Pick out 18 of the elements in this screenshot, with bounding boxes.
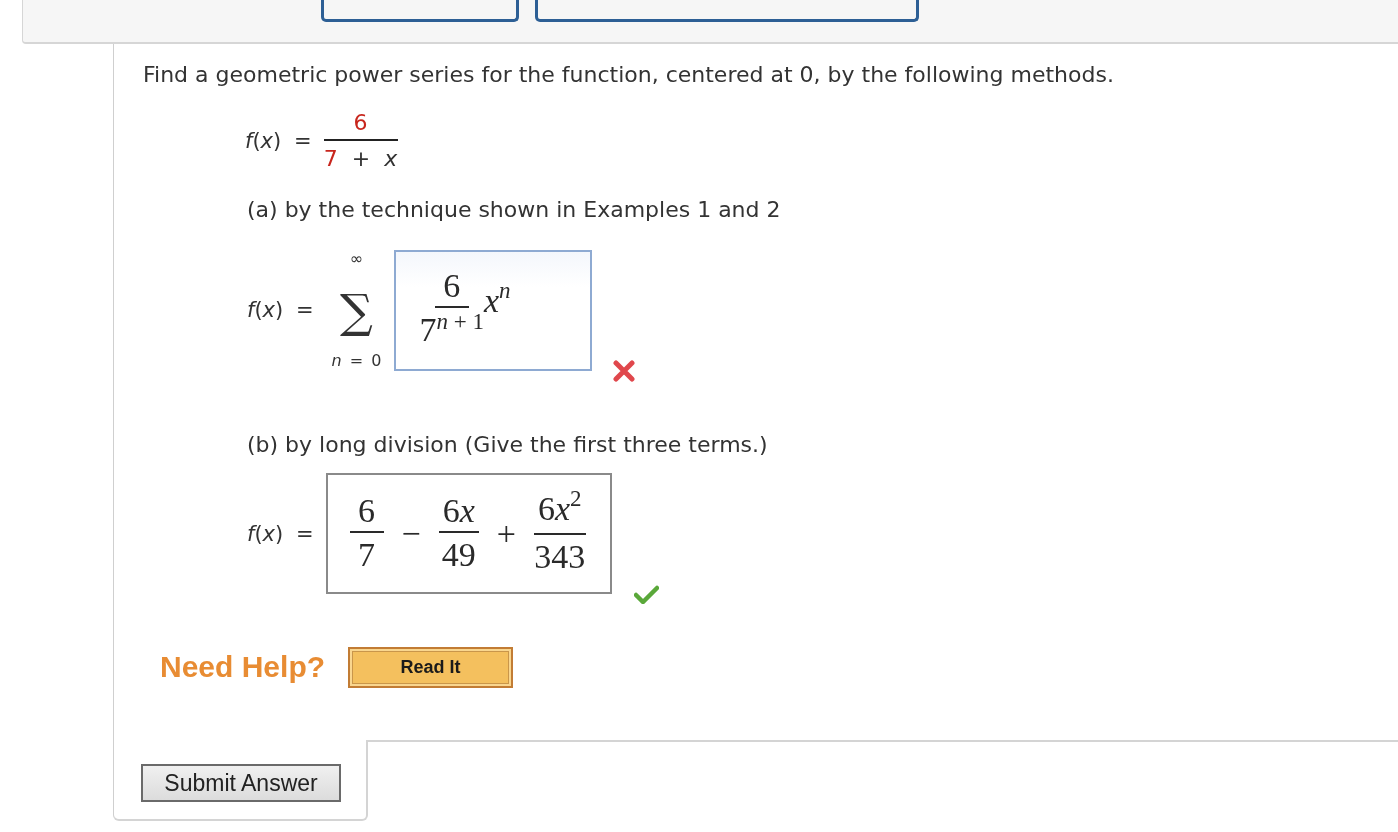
sum-lower-limit: n = 0: [331, 351, 382, 371]
function-label: f(x) =: [245, 129, 312, 153]
part-label: (b) by long division (Give the first three terms.): [247, 431, 769, 459]
outlined-button[interactable]: [535, 0, 919, 22]
sum-symbol: ∑: [340, 287, 373, 335]
question-prompt: Find a geometric power series for the function, centered at 0, by the following methods.: [143, 61, 1115, 89]
outlined-button[interactable]: [321, 0, 519, 22]
formula-term: x: [384, 145, 398, 173]
formula-term: 7: [323, 145, 338, 173]
need-help-label: Need Help?: [160, 650, 326, 684]
formula-term: +: [351, 145, 371, 173]
submit-button[interactable]: Submit Answer: [141, 764, 341, 802]
function-label: f(x) =: [247, 521, 314, 546]
sum-upper-limit: ∞: [349, 249, 364, 269]
read-it-button[interactable]: Read It: [348, 646, 514, 688]
formula-term: 6: [353, 109, 368, 137]
part-label: (a) by the technique shown in Examples 1 and 2: [247, 196, 782, 224]
function-label: f(x) =: [247, 298, 314, 322]
